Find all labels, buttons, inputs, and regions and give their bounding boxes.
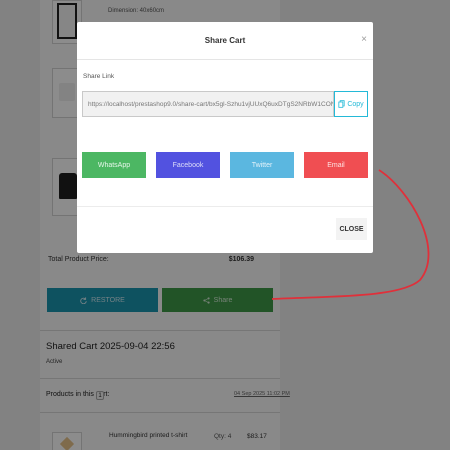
email-share-button[interactable]: Email (304, 152, 368, 178)
copy-button[interactable]: Copy (334, 91, 368, 117)
copy-icon (338, 100, 345, 108)
share-cart-modal: Share Cart × Share Link Copy WhatsApp Fa… (77, 22, 373, 253)
share-link-label: Share Link (83, 73, 115, 80)
copy-label: Copy (347, 100, 364, 108)
twitter-share-button[interactable]: Twitter (230, 152, 294, 178)
share-link-input[interactable] (82, 91, 334, 117)
facebook-share-button[interactable]: Facebook (156, 152, 220, 178)
close-icon[interactable]: × (361, 34, 367, 45)
modal-header: Share Cart × (77, 22, 373, 60)
share-link-group: Copy (82, 91, 368, 117)
whatsapp-share-button[interactable]: WhatsApp (82, 152, 146, 178)
close-button[interactable]: CLOSE (336, 218, 367, 240)
modal-title: Share Cart (204, 36, 246, 45)
modal-footer-divider (77, 206, 373, 207)
